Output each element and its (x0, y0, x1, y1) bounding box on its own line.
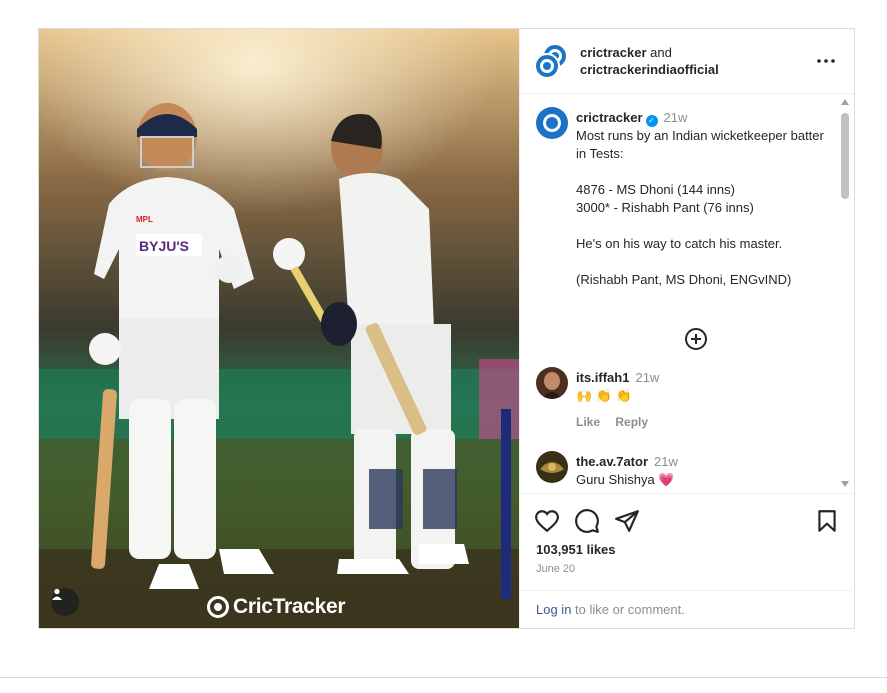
crictracker-logo-icon (207, 596, 229, 618)
load-more-icon[interactable] (684, 327, 708, 351)
post-actions: 103,951 likes June 20 Log in to like or … (520, 493, 853, 628)
comment-reply-button[interactable]: Reply (615, 415, 648, 429)
watermark-text: CricTracker (233, 595, 346, 618)
header-usernames: crictracker and crictrackerindiaofficial (580, 44, 719, 78)
caption-avatar[interactable] (536, 107, 568, 139)
login-prompt: Log in to like or comment. (520, 590, 853, 629)
comment-username[interactable]: its.iffah1 (576, 370, 629, 385)
share-icon[interactable] (614, 508, 640, 534)
likes-count[interactable]: 103,951 likes (536, 542, 616, 557)
caption-age[interactable]: 21w (664, 110, 688, 125)
comment-username[interactable]: the.av.7ator (576, 454, 648, 469)
login-link[interactable]: Log in (536, 602, 571, 617)
scroll-thumb[interactable] (841, 113, 849, 199)
avatar-crictracker[interactable] (534, 53, 560, 79)
comment-text: Guru Shishya 💗 (576, 472, 675, 487)
caption-text: Most runs by an Indian wicketkeeper batt… (576, 128, 824, 287)
more-icon (817, 59, 835, 63)
shirt-logo-text: BYJU'S (139, 238, 189, 254)
comment-age[interactable]: 21w (635, 370, 659, 385)
comment-age[interactable]: 21w (654, 454, 678, 469)
instagram-post: BYJU'S MPL CricTracker crictracker and c… (38, 28, 855, 629)
scroll-down-arrow[interactable] (841, 481, 849, 487)
page-divider (0, 677, 887, 678)
user-tag-button[interactable] (51, 588, 79, 616)
post-image[interactable]: BYJU'S MPL CricTracker (39, 29, 519, 628)
more-options-button[interactable] (814, 51, 838, 71)
header-and-text: and (650, 45, 672, 60)
user-tag-icon (52, 588, 62, 600)
bookmark-icon[interactable] (814, 508, 840, 534)
collab-avatars[interactable] (534, 43, 568, 79)
shirt-badge-text: MPL (136, 215, 153, 224)
comment-like-button[interactable]: Like (576, 415, 600, 429)
comment-avatar[interactable] (536, 367, 568, 399)
comment-avatar[interactable] (536, 451, 568, 483)
crictracker-watermark: CricTracker (207, 595, 346, 619)
caption-username[interactable]: crictracker (576, 110, 643, 125)
comment-text: 🙌 👏 👏 (576, 388, 632, 403)
heart-icon[interactable] (534, 508, 560, 534)
post-header: crictracker and crictrackerindiaofficial (520, 29, 854, 94)
comments-scrollbar[interactable] (839, 95, 851, 493)
cricket-photo: BYJU'S MPL (39, 29, 519, 628)
login-prompt-text: to like or comment. (571, 602, 685, 617)
header-user1-link[interactable]: crictracker (580, 45, 647, 60)
verified-icon: ✓ (645, 115, 658, 127)
comments-scroll-area[interactable]: crictracker ✓ 21w Most runs by an Indian w… (520, 95, 853, 493)
post-side-panel: crictracker and crictrackerindiaofficial… (519, 29, 854, 628)
header-user2-link[interactable]: crictrackerindiaofficial (580, 62, 719, 77)
post-date[interactable]: June 20 (536, 563, 575, 575)
comment-icon[interactable] (574, 508, 600, 534)
scroll-up-arrow[interactable] (841, 99, 849, 105)
